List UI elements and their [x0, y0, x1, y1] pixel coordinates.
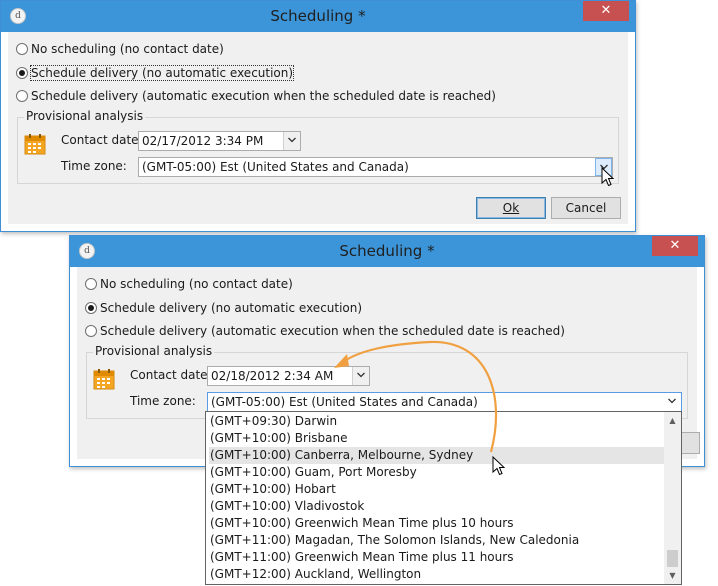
list-item[interactable]: (GMT+11:00) Greenwich Mean Time plus 11 …: [209, 549, 664, 566]
radio-label: Schedule delivery (automatic execution w…: [31, 89, 496, 103]
list-item[interactable]: (GMT+10:00) Guam, Port Moresby: [209, 464, 664, 481]
radio-label: Schedule delivery (no automatic executio…: [29, 65, 295, 81]
contact-date-value: 02/18/2012 2:34 AM: [211, 369, 334, 383]
provisional-analysis-group: Provisional analysis Contact date: 02/17…: [17, 109, 619, 184]
window-title: Scheduling *: [270, 7, 366, 25]
mouse-cursor-icon: [492, 456, 505, 476]
radio-label: Schedule delivery (no automatic executio…: [100, 301, 363, 315]
list-item[interactable]: (GMT+10:00) Vladivostok: [209, 498, 664, 515]
scrollbar[interactable]: ▲ ▼: [664, 412, 681, 584]
time-zone-value: (GMT-05:00) Est (United States and Canad…: [211, 395, 478, 409]
close-button[interactable]: ✕: [583, 1, 629, 21]
radio-schedule-auto[interactable]: Schedule delivery (automatic execution w…: [85, 322, 565, 340]
calendar-icon: [24, 134, 46, 155]
chevron-down-icon: [288, 137, 296, 143]
close-icon: ✕: [600, 3, 612, 18]
ok-button[interactable]: Ok: [476, 197, 546, 219]
group-label: Provisional analysis: [24, 109, 146, 123]
scrollbar-thumb[interactable]: [667, 550, 678, 567]
contact-date-picker[interactable]: 02/17/2012 3:34 PM: [138, 131, 301, 151]
radio-button[interactable]: [85, 278, 97, 290]
time-zone-label: Time zone:: [61, 159, 127, 173]
group-label: Provisional analysis: [93, 344, 215, 358]
close-icon: ✕: [669, 238, 681, 253]
list-item[interactable]: (GMT+10:00) Greenwich Mean Time plus 10 …: [209, 515, 664, 532]
scroll-up-icon[interactable]: ▲: [664, 412, 681, 429]
radio-label: No scheduling (no contact date): [31, 42, 224, 56]
time-zone-label: Time zone:: [130, 394, 196, 408]
dialog-body: No scheduling (no contact date) Schedule…: [8, 32, 628, 224]
title-bar[interactable]: d Scheduling * ✕: [70, 236, 704, 267]
radio-button-selected[interactable]: [16, 67, 28, 79]
scheduling-dialog-1: d Scheduling * ✕ No scheduling (no conta…: [0, 0, 636, 232]
chevron-down-icon: [357, 372, 365, 378]
title-bar[interactable]: d Scheduling * ✕: [1, 1, 635, 32]
contact-date-label: Contact date:: [61, 133, 143, 147]
radio-button[interactable]: [16, 43, 28, 55]
radio-no-scheduling[interactable]: No scheduling (no contact date): [16, 40, 224, 58]
radio-label: No scheduling (no contact date): [100, 277, 293, 291]
radio-schedule-no-auto[interactable]: Schedule delivery (no automatic executio…: [16, 64, 295, 82]
radio-schedule-auto[interactable]: Schedule delivery (automatic execution w…: [16, 87, 496, 105]
chevron-down-icon: [668, 398, 676, 404]
close-button[interactable]: ✕: [652, 236, 698, 256]
time-zone-dropdown-list[interactable]: (GMT+09:30) Darwin (GMT+10:00) Brisbane …: [205, 411, 682, 585]
mouse-cursor-icon: [601, 167, 614, 187]
cancel-button[interactable]: Cancel: [551, 197, 621, 219]
list-item[interactable]: (GMT+10:00) Brisbane: [209, 430, 664, 447]
time-zone-value: (GMT-05:00) Est (United States and Canad…: [142, 160, 409, 174]
time-zone-dropdown-button[interactable]: [664, 393, 681, 411]
list-item[interactable]: (GMT+12:00) Auckland, Wellington: [209, 566, 664, 583]
scroll-down-icon[interactable]: ▼: [664, 567, 681, 584]
calendar-icon: [93, 369, 115, 390]
list-item[interactable]: (GMT+11:00) Magadan, The Solomon Islands…: [209, 532, 664, 549]
cancel-button-label: Cancel: [565, 201, 607, 215]
list-item[interactable]: (GMT+09:30) Darwin: [209, 413, 664, 430]
date-dropdown-button[interactable]: [352, 367, 369, 385]
ok-button-label: Ok: [502, 201, 520, 215]
window-title: Scheduling *: [339, 242, 435, 260]
list-item-highlighted[interactable]: (GMT+10:00) Canberra, Melbourne, Sydney: [209, 447, 664, 464]
radio-button[interactable]: [16, 90, 28, 102]
contact-date-label: Contact date:: [130, 368, 212, 382]
radio-button[interactable]: [85, 325, 97, 337]
provisional-analysis-group: Provisional analysis Contact date: 02/18…: [86, 344, 688, 419]
date-dropdown-button[interactable]: [283, 132, 300, 150]
radio-no-scheduling[interactable]: No scheduling (no contact date): [85, 275, 293, 293]
time-zone-select[interactable]: (GMT-05:00) Est (United States and Canad…: [207, 392, 682, 412]
time-zone-select[interactable]: (GMT-05:00) Est (United States and Canad…: [138, 157, 613, 177]
radio-label: Schedule delivery (automatic execution w…: [100, 324, 565, 338]
contact-date-value: 02/17/2012 3:34 PM: [142, 134, 264, 148]
radio-button-selected[interactable]: [85, 302, 97, 314]
radio-schedule-no-auto[interactable]: Schedule delivery (no automatic executio…: [85, 299, 362, 317]
contact-date-picker[interactable]: 02/18/2012 2:34 AM: [207, 366, 370, 386]
list-item[interactable]: (GMT+10:00) Hobart: [209, 481, 664, 498]
